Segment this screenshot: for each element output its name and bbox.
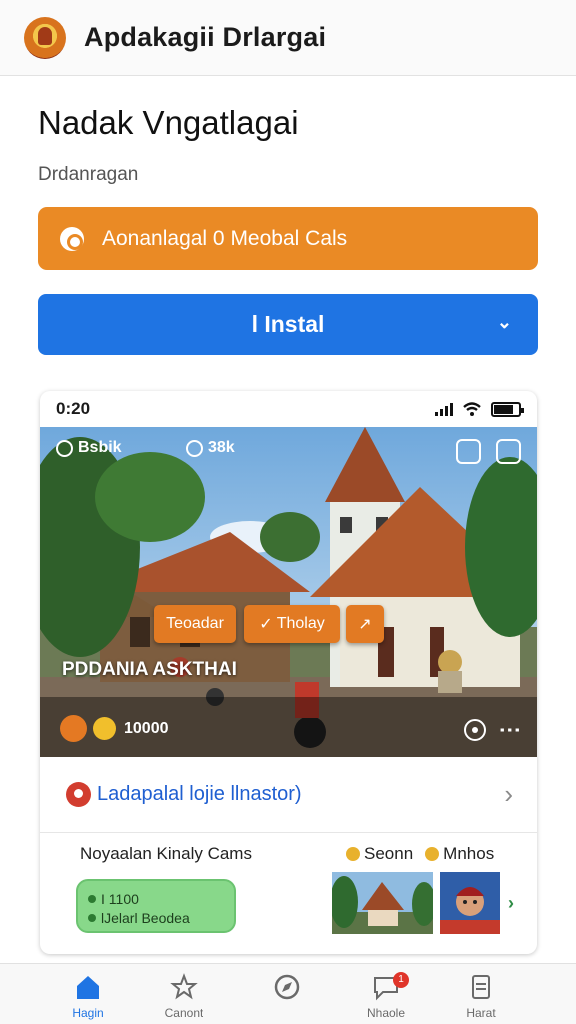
nav-explore[interactable]: Canont	[139, 972, 229, 1020]
status-bar: 0:20	[40, 391, 537, 427]
signal-icon	[435, 402, 453, 416]
likes-label: 38k	[208, 439, 235, 456]
primary-action-button[interactable]: Aonanlagal 0 Meobal Cals	[38, 207, 538, 270]
more-vertical-icon[interactable]: ⋮	[498, 719, 523, 741]
circle-icon	[186, 439, 203, 457]
media-footer: 10000	[60, 715, 169, 742]
temple-thumbnail-image	[332, 872, 433, 934]
app-preview-card: 0:20 Bsbik 38k Teoadar ✓ Tholay ↗ PDDANI…	[40, 391, 537, 954]
nav-home[interactable]: Hagin	[43, 972, 133, 1020]
arrow-icon[interactable]: ↗	[346, 605, 384, 643]
views-label: Bsbik	[78, 439, 122, 456]
message-icon[interactable]	[496, 439, 521, 464]
tag-chip[interactable]: Teoadar	[154, 605, 236, 643]
share-icon[interactable]	[456, 439, 481, 464]
info-pill[interactable]: I 1100 lJelarl Beodea	[76, 879, 236, 933]
nav-profile[interactable]: Harat	[436, 972, 526, 1020]
page-title: Nadak Vngatlagai	[38, 104, 299, 141]
notification-badge: 1	[393, 972, 409, 988]
circle-icon	[56, 439, 73, 457]
pencil-icon: ✓	[259, 616, 273, 633]
map-pin-icon	[66, 782, 91, 807]
emoji-icon[interactable]	[93, 717, 116, 740]
count-label: 10000	[124, 719, 169, 737]
location-pin-icon[interactable]	[60, 715, 87, 742]
detail-title: Noyaalan Kinaly Cams	[80, 844, 252, 863]
bottom-navigation: Hagin Canont 1 Nhaole Harat	[0, 963, 576, 1024]
status-time: 0:20	[56, 399, 91, 418]
flower-icon	[425, 847, 440, 861]
nav-discover[interactable]	[242, 972, 332, 1020]
medal-icon	[346, 847, 360, 861]
battery-icon	[491, 401, 524, 417]
compass-icon	[274, 974, 300, 1000]
views-indicator: Bsbik	[56, 439, 122, 457]
temple-logo-icon	[24, 16, 66, 59]
document-icon	[472, 975, 490, 999]
home-icon	[77, 976, 99, 999]
page-subtitle: Drdanragan	[38, 164, 139, 185]
app-header: Apdakagii Drlargai	[0, 0, 576, 76]
temple-scene-image	[40, 427, 537, 757]
primary-action-label: Aonanlagal 0 Meobal Cals	[102, 226, 348, 250]
character-thumbnail-image	[440, 872, 500, 934]
leaf-icon	[88, 894, 96, 903]
star-icon	[170, 973, 198, 1000]
install-label: l Instal	[251, 311, 325, 337]
location-link-row[interactable]: Ladapalal lojie llnastor) ›	[40, 757, 537, 833]
target-icon	[60, 226, 84, 251]
location-link[interactable]: Ladapalal lojie llnastor)	[97, 783, 302, 806]
chevron-right-icon[interactable]: ›	[508, 893, 514, 914]
thumbnail-temple[interactable]	[332, 872, 433, 934]
preview-image[interactable]: Bsbik 38k Teoadar ✓ Tholay ↗ PDDANIA ASK…	[40, 427, 537, 757]
thumbnail-character[interactable]	[440, 872, 500, 934]
detail-tags: Seonn Mnhos	[346, 844, 494, 864]
location-label: PDDANIA ASKTHAI	[62, 659, 237, 680]
nav-messages[interactable]: 1 Nhaole	[341, 972, 431, 1020]
install-button[interactable]: l Instal ⌄	[38, 294, 538, 355]
chevron-down-icon[interactable]: ⌄	[497, 312, 512, 333]
likes-indicator: 38k	[186, 439, 235, 457]
chevron-right-icon: ›	[504, 779, 513, 809]
app-title: Apdakagii Drlargai	[84, 22, 327, 52]
wifi-icon	[463, 401, 481, 416]
record-icon[interactable]	[464, 719, 486, 741]
dot-icon	[88, 913, 96, 922]
edit-chip[interactable]: ✓ Tholay	[244, 605, 340, 643]
